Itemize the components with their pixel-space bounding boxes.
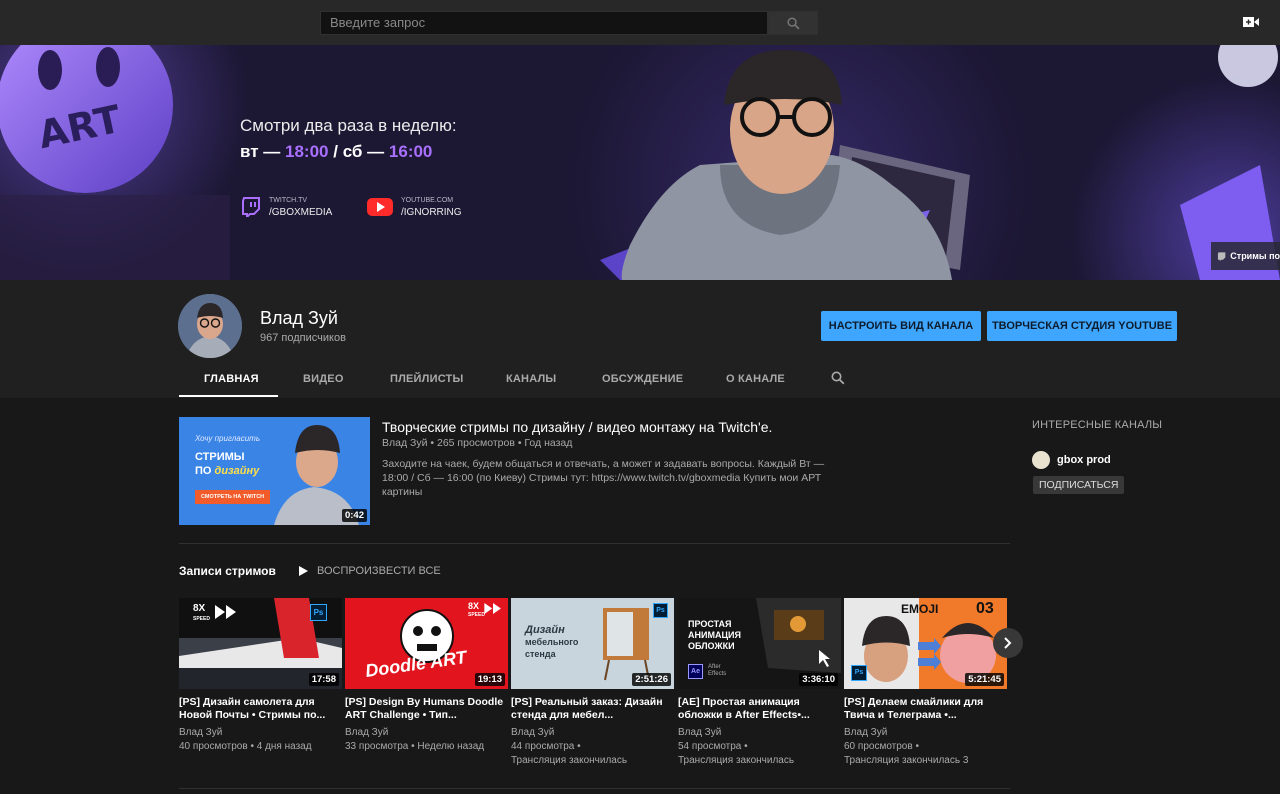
featured-thumb-button: СМОТРЕТЬ НА TWITCH	[195, 490, 271, 504]
video-channel[interactable]: Влад Зуй	[511, 726, 674, 740]
featured-video-meta: Влад Зуй • 265 просмотров • Год назад	[382, 437, 573, 449]
featured-thumb-big-text: СТРИМЫ ПО дизайну	[195, 451, 260, 477]
channel-search-icon[interactable]	[831, 371, 845, 385]
after-effects-badge: Ae	[688, 664, 703, 679]
video-duration: 5:21:45	[965, 673, 1004, 686]
video-stats: 54 просмотра •	[678, 741, 748, 752]
featured-channels-title: ИНТЕРЕСНЫЕ КАНАЛЫ	[1032, 419, 1163, 431]
banner-art	[0, 45, 1280, 280]
fast-forward-icon	[215, 605, 236, 619]
thumb-episode-number: 03	[976, 600, 994, 617]
photoshop-badge: Ps	[851, 665, 867, 681]
banner-corner-link[interactable]: Стримы по	[1211, 242, 1280, 270]
photoshop-badge: Ps	[653, 603, 668, 618]
video-card[interactable]: Ps Дизайн мебельного стенда 2:51:26 [PS]…	[511, 598, 674, 768]
section-divider	[179, 788, 1010, 789]
thumb-speed-label: 8X SPEED	[468, 601, 485, 619]
customize-channel-button[interactable]: НАСТРОИТЬ ВИД КАНАЛА	[821, 311, 981, 341]
avatar-image	[178, 294, 242, 358]
tab-discussion[interactable]: ОБСУЖДЕНИЕ	[602, 373, 683, 385]
search-button[interactable]	[768, 11, 818, 35]
thumb-title-text: ПРОСТАЯ АНИМАЦИЯ ОБЛОЖКИ	[688, 619, 741, 651]
video-title[interactable]: [AE] Простая анимация обложки в After Ef…	[678, 696, 841, 722]
video-stats: 60 просмотров •	[844, 741, 919, 752]
section-divider	[179, 543, 1010, 544]
thumb-small-text: After Effects	[708, 664, 727, 677]
featured-video-title[interactable]: Творческие стримы по дизайну / видео мон…	[382, 419, 772, 435]
video-thumbnail[interactable]: 8X SPEED Doodle ART 19:13	[345, 598, 508, 689]
tab-home[interactable]: ГЛАВНАЯ	[204, 373, 259, 385]
video-card[interactable]: EMOJI 03 Ps 5:21:45 [PS] Делаем смайлики…	[844, 598, 1007, 768]
video-duration: 17:58	[308, 673, 339, 686]
thumb-title-text: EMOJI	[901, 602, 939, 616]
channel-header: Влад Зуй 967 подписчиков НАСТРОИТЬ ВИД К…	[0, 280, 1280, 398]
search-input[interactable]: Введите запрос	[320, 11, 768, 35]
video-title[interactable]: [PS] Дизайн самолета для Новой Почты • С…	[179, 696, 342, 722]
video-thumbnail[interactable]: 8X SPEED Ps 17:58	[179, 598, 342, 689]
photoshop-badge: Ps	[310, 604, 327, 621]
video-stats: 33 просмотра • Неделю назад	[345, 741, 485, 752]
youtube-studio-button[interactable]: ТВОРЧЕСКАЯ СТУДИЯ YOUTUBE	[987, 311, 1177, 341]
fast-forward-icon	[484, 603, 501, 614]
video-card[interactable]: ПРОСТАЯ АНИМАЦИЯ ОБЛОЖКИ Ae After Effect…	[678, 598, 841, 768]
video-thumbnail[interactable]: Ps Дизайн мебельного стенда 2:51:26	[511, 598, 674, 689]
channel-avatar[interactable]	[178, 294, 242, 358]
tab-videos[interactable]: ВИДЕО	[303, 373, 344, 385]
featured-channel-name[interactable]: gbox prod	[1057, 454, 1111, 466]
twitch-icon	[1217, 251, 1226, 261]
video-thumbnail[interactable]: EMOJI 03 Ps 5:21:45	[844, 598, 1007, 689]
youtube-icon	[367, 198, 393, 216]
featured-video-thumbnail[interactable]: Хочу пригласить СТРИМЫ ПО дизайну СМОТРЕ…	[179, 417, 370, 525]
search-icon	[786, 16, 799, 29]
video-stats: 44 просмотра •	[511, 741, 581, 752]
video-duration: 0:42	[341, 509, 367, 522]
top-bar: Введите запрос	[0, 0, 1280, 45]
shelf-title[interactable]: Записи стримов	[179, 564, 276, 578]
play-all-button[interactable]: ВОСПРОИЗВЕСТИ ВСЕ	[299, 565, 441, 577]
banner-schedule-title: Смотри два раза в неделю:	[240, 116, 457, 135]
video-channel[interactable]: Влад Зуй	[844, 726, 1007, 740]
video-stream-status: Трансляция закончилась	[511, 755, 628, 766]
subscribe-button[interactable]: ПОДПИСАТЬСЯ	[1033, 476, 1125, 494]
channel-name: Влад Зуй	[260, 308, 338, 328]
tab-about[interactable]: О КАНАЛЕ	[726, 373, 785, 385]
play-icon	[299, 566, 308, 576]
twitch-icon	[242, 197, 260, 217]
channel-avatar[interactable]	[1032, 451, 1050, 469]
video-title[interactable]: [PS] Делаем смайлики для Твича и Телегра…	[844, 696, 1007, 722]
video-channel[interactable]: Влад Зуй	[345, 726, 508, 740]
featured-channel-item[interactable]: gbox prod	[1032, 451, 1111, 469]
video-stats: 40 просмотров • 4 дня назад	[179, 741, 312, 752]
video-card[interactable]: 8X SPEED Doodle ART 19:13 [PS] Design By …	[345, 598, 508, 754]
chevron-right-icon	[1004, 637, 1012, 649]
video-stream-status: Трансляция закончилась	[678, 755, 795, 766]
video-duration: 3:36:10	[799, 673, 838, 686]
video-duration: 2:51:26	[632, 673, 671, 686]
create-video-icon[interactable]	[1243, 15, 1259, 29]
youtube-link[interactable]: YOUTUBE.COM/IGNORRING	[367, 195, 462, 219]
video-card[interactable]: 8X SPEED Ps 17:58 [PS] Дизайн самолета дл…	[179, 598, 342, 754]
tab-channels[interactable]: КАНАЛЫ	[506, 373, 556, 385]
video-channel[interactable]: Влад Зуй	[179, 726, 342, 740]
featured-thumb-small-text: Хочу пригласить	[195, 434, 261, 443]
subscriber-count: 967 подписчиков	[260, 332, 346, 344]
banner-schedule-times: вт — 18:00 / сб — 16:00	[240, 142, 433, 161]
active-tab-indicator	[179, 395, 278, 397]
video-stream-status: Трансляция закончилась 3	[844, 755, 969, 766]
channel-banner: ART Смотри два раза в неделю: вт — 18:00…	[0, 45, 1280, 280]
video-duration: 19:13	[474, 673, 505, 686]
tab-playlists[interactable]: ПЛЕЙЛИСТЫ	[390, 373, 463, 385]
video-title[interactable]: [PS] Реальный заказ: Дизайн стенда для м…	[511, 696, 674, 722]
thumb-title-text: Дизайн мебельного стенда	[525, 624, 579, 659]
video-title[interactable]: [PS] Design By Humans Doodle ART Challen…	[345, 696, 508, 722]
shelf-next-button[interactable]	[993, 628, 1023, 658]
twitch-link[interactable]: TWITCH.TV/GBOXMEDIA	[241, 195, 332, 219]
featured-video-description: Заходите на чаек, будем общаться и отвеч…	[382, 458, 825, 498]
video-channel[interactable]: Влад Зуй	[678, 726, 841, 740]
video-thumbnail[interactable]: ПРОСТАЯ АНИМАЦИЯ ОБЛОЖКИ Ae After Effect…	[678, 598, 841, 689]
thumb-speed-label: 8X SPEED	[193, 603, 210, 623]
